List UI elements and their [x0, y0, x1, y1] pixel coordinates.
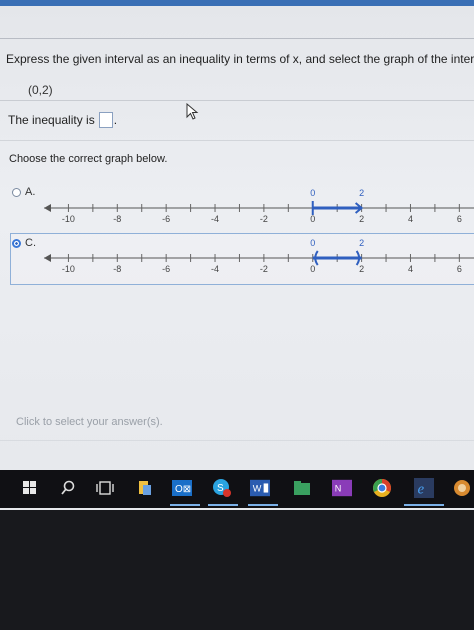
- word-icon[interactable]: W: [250, 478, 270, 498]
- tick-label-c: 4: [408, 264, 413, 274]
- tick-label-a: -8: [113, 214, 121, 224]
- task-view-icon[interactable]: [95, 478, 115, 498]
- endpoint-label-a: 0: [310, 188, 315, 198]
- tick-label-a: -6: [162, 214, 170, 224]
- svg-text:W: W: [253, 484, 262, 494]
- divider: [0, 440, 474, 441]
- tick-label-c: 0: [310, 264, 315, 274]
- chrome-icon[interactable]: [372, 478, 392, 498]
- svg-text:N: N: [335, 484, 342, 494]
- tick-label-c: -10: [62, 264, 75, 274]
- svg-text:O⊠: O⊠: [175, 484, 191, 495]
- tick-label-c: 6: [457, 264, 462, 274]
- onenote-icon[interactable]: N: [332, 478, 352, 498]
- tick-label-c: -8: [113, 264, 121, 274]
- active-app-indicator: [404, 504, 444, 506]
- tick-label-c: 2: [359, 264, 364, 274]
- taskbar: O⊠ S W N e: [0, 470, 474, 508]
- search-icon[interactable]: [58, 478, 78, 498]
- tick-label-c: -6: [162, 264, 170, 274]
- svg-text:e: e: [418, 481, 425, 497]
- active-app-indicator: [248, 504, 278, 506]
- active-app-indicator: [208, 504, 238, 506]
- endpoint-label-c: 2: [359, 238, 364, 248]
- tick-label-c: -4: [211, 264, 219, 274]
- app-icon[interactable]: [452, 478, 472, 498]
- edge-icon[interactable]: e: [414, 478, 434, 498]
- axis-arrow-left-a: [44, 204, 51, 212]
- folder-icon[interactable]: [292, 478, 312, 498]
- number-line-a: -10 -8 -6 -4 -2 0 2 4 6 0 2 -10 -8 -6 -4 -2 0 2 4 6 0 2: [44, 188, 474, 274]
- tick-label-a: 6: [457, 214, 462, 224]
- tick-label-a: -10: [62, 214, 75, 224]
- file-explorer-icon[interactable]: [135, 478, 155, 498]
- tick-label-a: -4: [211, 214, 219, 224]
- tick-label-a: 0: [310, 214, 315, 224]
- tick-label-c: -2: [260, 264, 268, 274]
- endpoint-label-c: 0: [310, 238, 315, 248]
- outlook-icon[interactable]: O⊠: [172, 478, 192, 498]
- skype-icon[interactable]: S: [212, 478, 232, 498]
- tick-label-a: 2: [359, 214, 364, 224]
- tick-label-a: -2: [260, 214, 268, 224]
- endpoint-label-a: 2: [359, 188, 364, 198]
- screen: Express the given interval as an inequal…: [0, 0, 474, 510]
- desk-area: [0, 510, 474, 630]
- svg-text:S: S: [217, 483, 224, 494]
- active-app-indicator: [170, 504, 200, 506]
- footer-hint: Click to select your answer(s).: [16, 416, 163, 428]
- axis-arrow-left-c: [44, 254, 51, 262]
- tick-label-a: 4: [408, 214, 413, 224]
- windows-icon[interactable]: [20, 478, 40, 498]
